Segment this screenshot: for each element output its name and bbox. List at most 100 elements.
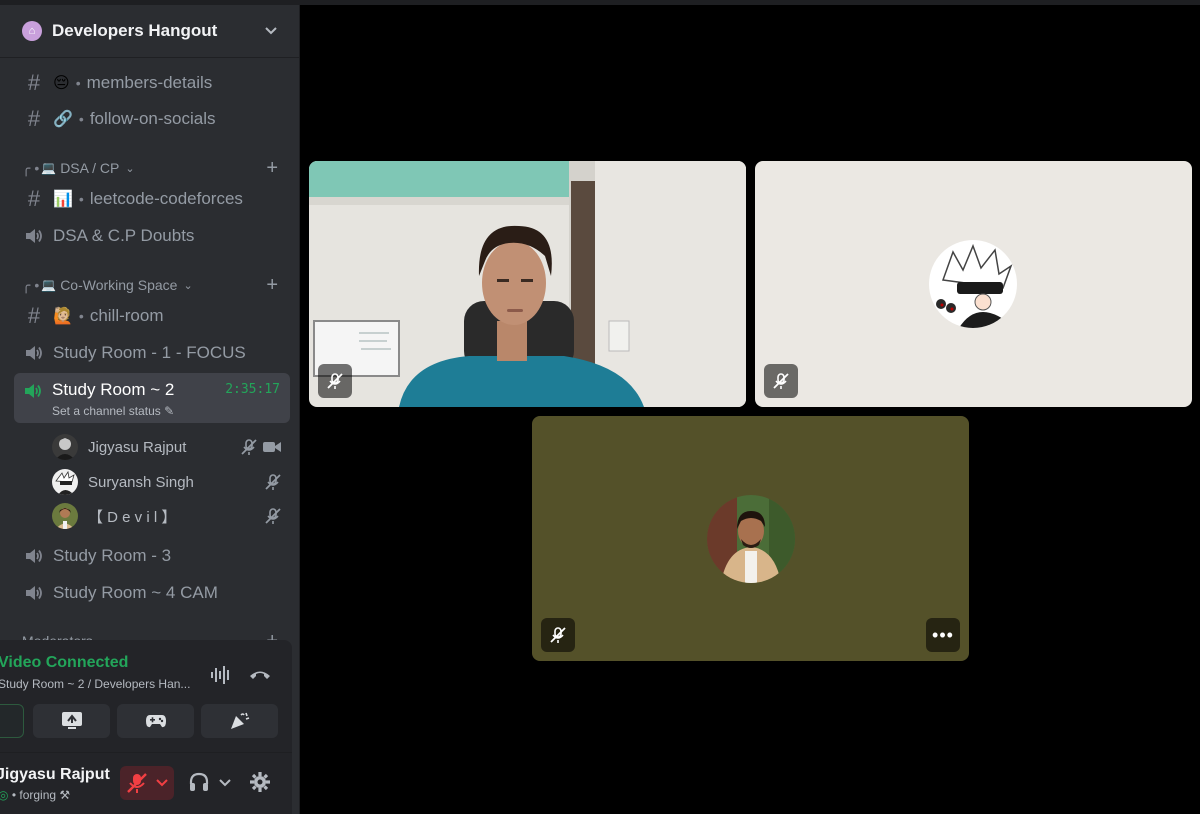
channel-follow-on-socials[interactable]: # 🔗 • follow-on-socials: [14, 103, 290, 135]
gamepad-icon: [145, 715, 166, 728]
screen-share-button[interactable]: [33, 704, 110, 738]
channel-chill-room[interactable]: # 🙋🏼 • chill-room: [14, 300, 290, 332]
chevron-down-icon: ⌄: [183, 279, 193, 292]
avatar: [52, 469, 78, 495]
channel-emoji: 🔗: [53, 111, 73, 128]
custom-status: • forging ⚒: [11, 788, 71, 802]
tile-mute-indicator: [541, 618, 575, 652]
mic-muted-icon: [265, 508, 281, 524]
separator-dot: •: [75, 75, 81, 91]
video-tile-avatar[interactable]: •••: [532, 416, 969, 661]
channel-name: Study Room - 1 - FOCUS: [53, 343, 246, 362]
separator-dot: •: [78, 111, 84, 127]
video-tile-camera[interactable]: [309, 161, 746, 407]
speaker-icon: [23, 227, 45, 245]
category-dsa-cp[interactable]: ╭ • 💻 DSA / CP ⌄ +: [22, 157, 288, 179]
server-header[interactable]: ⌂ Developers Hangout: [0, 5, 299, 58]
voice-connected-title: Video Connected: [0, 654, 129, 671]
speaker-icon: [23, 547, 45, 565]
voice-connected-subtitle[interactable]: Study Room ~ 2 / Developers Han...: [0, 677, 190, 691]
mic-muted-icon: [127, 773, 147, 793]
disconnect-icon[interactable]: [249, 667, 271, 683]
channel-name: chill-room: [89, 306, 164, 325]
thread-curve-icon: ╭ •: [22, 276, 40, 293]
chevron-down-icon[interactable]: [219, 779, 231, 787]
member-name: Jigyasu Rajput: [88, 438, 187, 456]
separator-dot: •: [78, 191, 84, 207]
channel-members-details[interactable]: # 😔 • members-details: [14, 67, 290, 99]
member-name: 【 D e v i l 】: [88, 508, 177, 526]
mic-muted-icon: [773, 373, 789, 389]
server-name: Developers Hangout: [52, 21, 218, 40]
hash-icon: #: [27, 186, 41, 211]
tile-mute-indicator: [764, 364, 798, 398]
voice-channel-study-room-2-active[interactable]: Study Room ~ 2 2:35:17 Set a channel sta…: [14, 373, 290, 423]
speaker-icon: [23, 584, 45, 602]
voice-channel-study-room-1[interactable]: Study Room - 1 - FOCUS: [14, 337, 290, 369]
channel-name: members-details: [86, 73, 213, 92]
participant-avatar: [707, 495, 795, 583]
channel-status-text: Set a channel status: [52, 404, 161, 418]
chevron-down-icon: ⌄: [125, 162, 135, 175]
thread-curve-icon: ╭ •: [22, 159, 40, 176]
speaker-icon: [23, 382, 43, 405]
mic-muted-icon: [327, 373, 343, 389]
ellipsis-icon: •••: [932, 624, 954, 645]
channel-name: leetcode-codeforces: [89, 189, 243, 208]
headphones-icon[interactable]: [188, 771, 210, 793]
current-user-name[interactable]: Jigyasu Rajput: [0, 766, 110, 784]
set-channel-status-link[interactable]: Set a channel status ✎: [52, 404, 174, 418]
voice-channel-study-room-4[interactable]: Study Room ~ 4 CAM: [14, 577, 290, 609]
current-user-status: ◎ • forging ⚒: [0, 788, 70, 802]
voice-member[interactable]: Jigyasu Rajput: [52, 432, 288, 462]
discord-app: ⌂ Developers Hangout # 😔 • members-detai…: [0, 0, 1200, 814]
channel-name: Study Room - 3: [53, 546, 172, 565]
voice-channel-study-room-3[interactable]: Study Room - 3: [14, 540, 290, 572]
camera-feed: [309, 161, 746, 407]
channel-name: Study Room ~ 2: [52, 380, 175, 399]
chevron-down-icon[interactable]: [156, 779, 168, 787]
member-name: Suryansh Singh: [88, 473, 194, 491]
video-camera-icon: [263, 442, 281, 452]
more-options-button[interactable]: •••: [926, 618, 960, 652]
voice-channel-dsa-doubts[interactable]: DSA & C.P Doubts: [14, 220, 290, 252]
participant-avatar: [929, 240, 1017, 328]
camera-toggle-button[interactable]: [0, 704, 24, 738]
category-name: DSA / CP: [60, 160, 120, 176]
mic-muted-icon: [550, 627, 566, 643]
separator-dot: •: [78, 308, 84, 324]
pencil-icon: ✎: [164, 404, 175, 418]
category-emoji: 💻: [41, 161, 57, 175]
channel-name: follow-on-socials: [89, 109, 216, 128]
mute-toggle-button[interactable]: [120, 766, 174, 800]
video-tile-avatar[interactable]: [755, 161, 1192, 407]
add-channel-icon[interactable]: +: [266, 157, 278, 180]
speaker-icon: [23, 344, 45, 362]
chevron-down-icon[interactable]: [264, 26, 278, 36]
channel-leetcode-codeforces[interactable]: # 📊 • leetcode-codeforces: [14, 183, 290, 215]
soundboard-icon: [230, 712, 249, 729]
avatar: [52, 503, 78, 529]
soundboard-button[interactable]: [201, 704, 278, 738]
channel-emoji: 📊: [53, 191, 73, 208]
channel-name: DSA & C.P Doubts: [53, 226, 195, 245]
panel-divider: [0, 752, 292, 753]
voice-member[interactable]: Suryansh Singh: [52, 467, 288, 497]
voice-member[interactable]: 【 D e v i l 】: [52, 501, 288, 531]
online-status-icon: ◎: [0, 788, 9, 802]
avatar: [52, 434, 78, 460]
mic-muted-icon: [265, 474, 281, 490]
screen-share-icon: [61, 712, 82, 729]
channel-emoji: 🙋🏼: [53, 308, 73, 325]
category-co-working[interactable]: ╭ • 💻 Co-Working Space ⌄ +: [22, 274, 288, 296]
tile-mute-indicator: [318, 364, 352, 398]
add-channel-icon[interactable]: +: [266, 274, 278, 297]
hash-icon: #: [27, 70, 41, 95]
gear-icon[interactable]: [249, 771, 271, 793]
voice-status-panel: Video Connected Study Room ~ 2 / Develop…: [0, 640, 292, 814]
call-timer: 2:35:17: [225, 382, 280, 397]
category-emoji: 💻: [41, 278, 57, 292]
soundwave-icon[interactable]: [210, 664, 232, 686]
channel-name: Study Room ~ 4 CAM: [53, 583, 218, 602]
activities-button[interactable]: [117, 704, 194, 738]
